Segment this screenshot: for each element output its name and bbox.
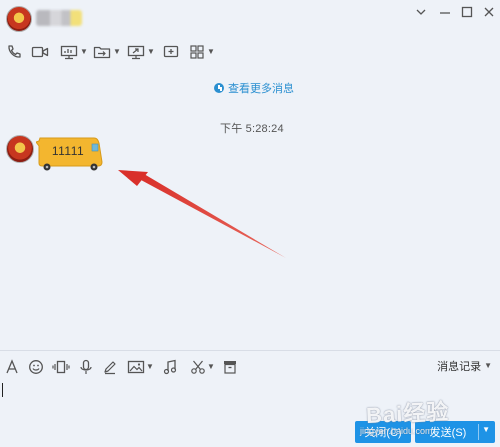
music-note-icon	[162, 359, 178, 375]
send-button-divider	[478, 424, 479, 440]
view-more-messages-link[interactable]: 查看更多消息	[214, 80, 294, 96]
message-history-button[interactable]: 消息记录 ▼	[437, 358, 492, 374]
video-camera-icon	[31, 44, 49, 60]
chevron-down-icon[interactable]: ▼	[146, 363, 154, 371]
font-a-icon	[4, 359, 20, 375]
menu-chevron-icon[interactable]	[412, 5, 430, 19]
chevron-down-icon[interactable]: ▼	[207, 363, 215, 371]
vibrate-button[interactable]	[52, 357, 70, 377]
emoji-button[interactable]	[28, 357, 44, 377]
chevron-down-icon[interactable]: ▼	[147, 48, 155, 56]
close-icon[interactable]	[480, 5, 498, 19]
clock-icon	[214, 83, 224, 93]
add-chat-icon	[162, 44, 180, 60]
font-button[interactable]	[4, 357, 20, 377]
minimize-icon[interactable]	[436, 5, 454, 19]
chevron-down-icon[interactable]: ▼	[80, 48, 88, 56]
screen-share-button[interactable]: ▼	[127, 42, 155, 62]
grid-apps-icon	[189, 44, 205, 60]
smiley-icon	[28, 359, 44, 375]
screenshot-pen-button[interactable]	[102, 357, 118, 377]
maximize-icon[interactable]	[458, 5, 476, 19]
more-tools-button[interactable]	[222, 357, 238, 377]
title-bar	[0, 0, 500, 38]
file-transfer-button[interactable]: ▼	[93, 42, 121, 62]
watermark-logo: Bai经验	[365, 398, 450, 429]
sender-avatar[interactable]	[6, 135, 34, 163]
folder-transfer-icon	[93, 44, 111, 60]
chat-toolbar: ▼ ▼ ▼ ▼	[0, 38, 500, 66]
monitor-share-icon	[127, 44, 145, 60]
input-divider	[0, 350, 500, 351]
remote-demo-button[interactable]: ▼	[60, 42, 88, 62]
message-timestamp: 下午 5:28:24	[220, 123, 284, 135]
message-text: 11111	[51, 144, 85, 158]
chevron-down-icon[interactable]: ▼	[207, 48, 215, 56]
text-cursor	[2, 383, 3, 397]
microphone-icon	[78, 359, 94, 375]
scissors-icon	[190, 359, 206, 375]
chevron-down-icon[interactable]: ▼	[113, 48, 121, 56]
send-image-button[interactable]: ▼	[127, 357, 154, 377]
input-toolbar: ▼ ▼	[0, 354, 500, 380]
voice-message-button[interactable]	[78, 357, 94, 377]
presentation-icon	[60, 44, 78, 60]
message-history-label: 消息记录	[437, 361, 482, 373]
view-more-messages-label: 查看更多消息	[228, 83, 294, 95]
music-button[interactable]	[162, 357, 178, 377]
chevron-down-icon: ▼	[484, 361, 492, 370]
voice-call-button[interactable]	[6, 42, 22, 62]
phone-icon	[6, 44, 22, 60]
pencil-icon	[102, 359, 118, 375]
shake-window-icon	[52, 359, 70, 375]
video-call-button[interactable]	[31, 42, 49, 62]
launch-group-chat-button[interactable]	[162, 42, 180, 62]
watermark-url: jingyan.baidu.com	[360, 426, 433, 436]
contact-avatar[interactable]	[6, 6, 32, 32]
apps-button[interactable]: ▼	[189, 42, 215, 62]
send-options-chevron-icon[interactable]: ▼	[482, 425, 490, 434]
contact-name-blurred[interactable]	[36, 10, 82, 26]
screenshot-button[interactable]: ▼	[190, 357, 215, 377]
archive-box-icon	[222, 359, 238, 375]
image-icon	[127, 359, 145, 375]
